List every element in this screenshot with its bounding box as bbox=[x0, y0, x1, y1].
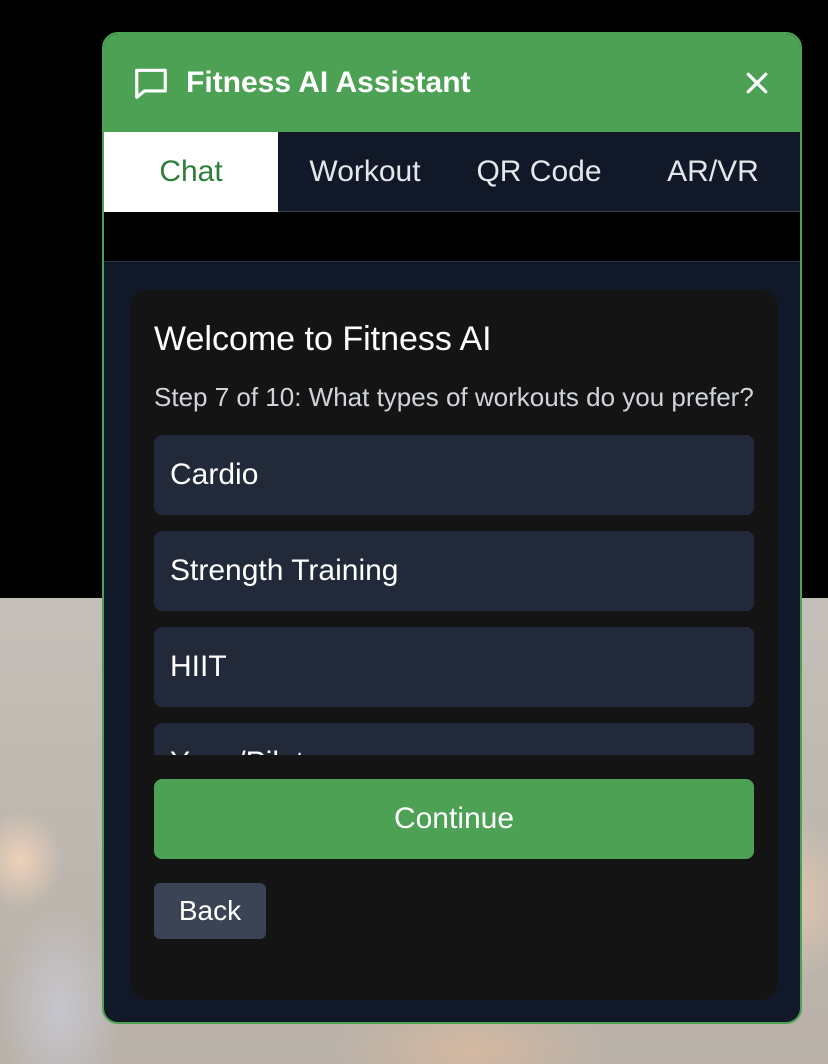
onboarding-card: Welcome to Fitness AI Step 7 of 10: What… bbox=[130, 290, 778, 1000]
tab-qr-code[interactable]: QR Code bbox=[452, 132, 626, 212]
chat-bubble-icon bbox=[135, 68, 167, 99]
back-button[interactable]: Back bbox=[154, 883, 266, 939]
header-divider-strip bbox=[104, 212, 800, 262]
option-strength-training[interactable]: Strength Training bbox=[154, 531, 754, 611]
continue-button[interactable]: Continue bbox=[154, 779, 754, 859]
tab-workout[interactable]: Workout bbox=[278, 132, 452, 212]
option-cardio[interactable]: Cardio bbox=[154, 435, 754, 515]
workout-options-list[interactable]: Cardio Strength Training HIIT Yoga/Pilat… bbox=[154, 435, 754, 755]
tab-bar: Chat Workout QR Code AR/VR bbox=[104, 132, 800, 212]
tab-ar-vr[interactable]: AR/VR bbox=[626, 132, 800, 212]
fitness-assistant-modal: Fitness AI Assistant Chat Workout QR Cod… bbox=[102, 32, 802, 1024]
option-yoga-pilates[interactable]: Yoga/Pilates bbox=[154, 723, 754, 755]
step-question: Step 7 of 10: What types of workouts do … bbox=[154, 382, 754, 412]
modal-header: Fitness AI Assistant bbox=[104, 34, 800, 132]
modal-title: Fitness AI Assistant bbox=[186, 66, 471, 99]
option-hiit[interactable]: HIIT bbox=[154, 627, 754, 707]
card-title: Welcome to Fitness AI bbox=[154, 320, 492, 358]
close-icon[interactable] bbox=[742, 68, 772, 98]
tab-chat[interactable]: Chat bbox=[104, 132, 278, 212]
